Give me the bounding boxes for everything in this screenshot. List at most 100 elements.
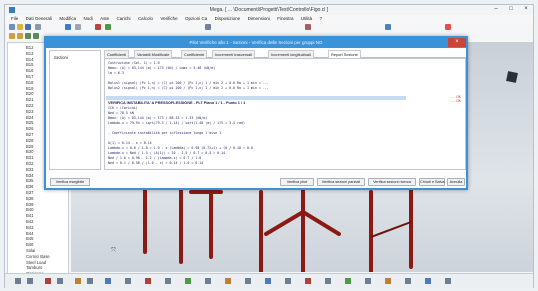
tree-item[interactable]: B13: [26, 51, 33, 56]
tree-item[interactable]: B19: [26, 86, 33, 91]
tree-item[interactable]: B40: [26, 207, 33, 212]
report-line: Bplus1 (signal) (Pc 1,n) = (C) pi 200 / …: [108, 81, 269, 85]
tree-item[interactable]: B28: [26, 138, 33, 143]
maximize-icon[interactable]: □: [504, 5, 518, 14]
menu-dati-generali[interactable]: Dati Generali: [26, 15, 52, 23]
view-cube-icon[interactable]: [506, 71, 518, 83]
minimize-icon[interactable]: –: [489, 5, 503, 14]
zoom-icon[interactable]: [75, 24, 81, 30]
verification-dialog: Pilot Verifiche allo 1 - Sezioni - Verif…: [44, 36, 468, 190]
menu-opzioni[interactable]: Opzioni Ca: [185, 15, 207, 23]
tree-item[interactable]: B24: [26, 115, 33, 120]
report-line: Lambda.x = 0.0 / 1.0 = 1.0 - x (Lambda) …: [108, 146, 253, 150]
close-save-button[interactable]: Chiudi e Salva: [419, 178, 445, 186]
report-line: A(1) = 0.14 - x = 0.14: [108, 141, 152, 145]
tool-icon[interactable]: [385, 24, 391, 30]
verify-search-button[interactable]: Verifica sezioni ricerca: [368, 178, 416, 186]
grid-icon[interactable]: [65, 24, 71, 30]
tree-item[interactable]: B21: [26, 97, 33, 102]
menu-dimensioni[interactable]: Dimensioni: [248, 15, 270, 23]
menu-finestra[interactable]: Finestra: [277, 15, 293, 23]
dialog-section-tree: Sezioni: [49, 50, 101, 170]
new-file-icon[interactable]: [9, 24, 15, 30]
report-line: Ned = 78.5 kN: [108, 111, 134, 115]
layer-icon[interactable]: [25, 33, 31, 39]
dialog-close-icon[interactable]: ×: [448, 38, 466, 47]
tree-item[interactable]: B16: [26, 68, 33, 73]
tree-item[interactable]: B20: [26, 91, 33, 96]
tree-item[interactable]: B33: [26, 167, 33, 172]
tab-incrementi-trasversali[interactable]: Incrementi trasversali: [212, 50, 255, 58]
bottom-tool-icons[interactable]: [5, 274, 535, 289]
menu-help[interactable]: ?: [320, 15, 323, 23]
tree-item[interactable]: Tamburo: [26, 265, 42, 270]
tree-item[interactable]: B39: [26, 202, 33, 207]
verify-partial-button[interactable]: Verifica sezioni parziali: [317, 178, 365, 186]
tree-item[interactable]: B14: [26, 57, 33, 62]
tree-item[interactable]: B27: [26, 132, 33, 137]
tree-item[interactable]: B18: [26, 80, 33, 85]
menu-carichi[interactable]: Carichi: [117, 15, 131, 23]
tree-item[interactable]: B41: [26, 213, 33, 218]
tree-item[interactable]: B31: [26, 155, 33, 160]
close-icon[interactable]: ×: [519, 5, 533, 14]
tree-item[interactable]: B22: [26, 103, 33, 108]
undo-icon[interactable]: [95, 24, 101, 30]
menu-nodi[interactable]: Nodi: [83, 15, 92, 23]
tree-item[interactable]: B30: [26, 149, 33, 154]
tree-root-node[interactable]: Sezioni: [54, 55, 68, 60]
report-text-area[interactable]: - ... OK - ... OK Costruzione (Sol. 1) =…: [104, 58, 466, 170]
tab-coefficienti[interactable]: Coefficienti: [104, 50, 130, 58]
menu-modifica[interactable]: Modifica: [59, 15, 76, 23]
tree-item[interactable]: B38: [26, 196, 33, 201]
tool-icon[interactable]: [445, 24, 451, 30]
tree-item[interactable]: B23: [26, 109, 33, 114]
menu-utilita[interactable]: Utilità: [301, 15, 312, 23]
report-line: ICK = (Carichi): [108, 106, 138, 110]
menu-verifiche[interactable]: Verifiche: [160, 15, 177, 23]
menu-file[interactable]: File: [11, 15, 18, 23]
tree-item[interactable]: B25: [26, 120, 33, 125]
menu-disposizione[interactable]: Disposizione: [215, 15, 241, 23]
selection-highlight: [106, 96, 406, 100]
tab-report-sezione[interactable]: Report Sezione: [328, 50, 361, 58]
tree-item[interactable]: B35: [26, 178, 33, 183]
tree-item[interactable]: Steel Load: [26, 260, 46, 265]
tool-icon[interactable]: [205, 24, 211, 30]
layer-icon[interactable]: [9, 33, 15, 39]
verify-pilot-button[interactable]: Verifica pilot: [280, 178, 314, 186]
tree-item[interactable]: B34: [26, 173, 33, 178]
tree-item[interactable]: B45: [26, 236, 33, 241]
tree-item[interactable]: B43: [26, 225, 33, 230]
tree-item[interactable]: B42: [26, 219, 33, 224]
report-line: - Coefficiente instabilità per inflessio…: [108, 131, 222, 135]
tree-item[interactable]: Cornici Base: [26, 254, 50, 259]
tab-coefficiente[interactable]: Coefficiente: [181, 50, 208, 58]
tree-item[interactable]: B17: [26, 74, 33, 79]
tree-item[interactable]: B32: [26, 161, 33, 166]
redo-icon[interactable]: [105, 24, 111, 30]
tree-item[interactable]: B46: [26, 242, 33, 247]
open-folder-icon[interactable]: [17, 24, 23, 30]
tree-item[interactable]: B29: [26, 144, 33, 149]
tool-icon[interactable]: [305, 24, 311, 30]
menu-aste[interactable]: Aste: [100, 15, 109, 23]
tree-item[interactable]: Solai: [26, 248, 35, 253]
tree-item[interactable]: B12: [26, 45, 33, 50]
verify-executable-button[interactable]: Verifica esegibile: [50, 178, 90, 186]
layer-icon[interactable]: [33, 33, 39, 39]
tree-item[interactable]: B44: [26, 231, 33, 236]
tree-item[interactable]: B26: [26, 126, 33, 131]
cancel-button[interactable]: Annulla: [447, 178, 465, 186]
layer-icon[interactable]: [17, 33, 23, 39]
tree-item[interactable]: B37: [26, 190, 33, 195]
dialog-titlebar: Pilot Verifiche allo 1 - Sezioni - Verif…: [46, 38, 466, 48]
save-icon[interactable]: [25, 24, 31, 30]
print-icon[interactable]: [35, 24, 41, 30]
report-line: Lambda.x = Ned / 1.5 / (A(1)) = 10 - 1.5…: [108, 151, 226, 155]
tree-item[interactable]: B15: [26, 62, 33, 67]
tab-incrementi-longitudinali[interactable]: Incrementi longitudinali: [268, 50, 314, 58]
menu-calcolo[interactable]: Calcolo: [138, 15, 153, 23]
tab-variabili[interactable]: Variabili Modificate: [134, 50, 173, 58]
tree-item[interactable]: B36: [26, 184, 33, 189]
